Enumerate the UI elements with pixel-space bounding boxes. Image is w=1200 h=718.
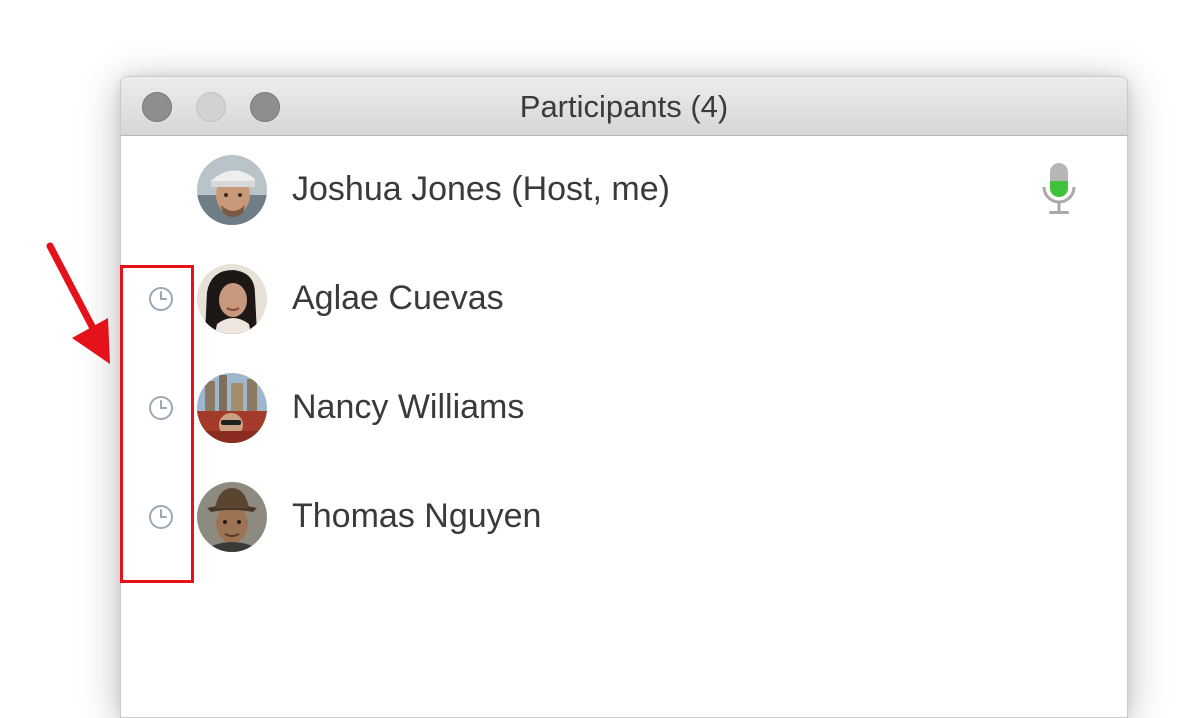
window-titlebar: Participants (4): [121, 77, 1127, 136]
participant-row[interactable]: Nancy Williams: [121, 359, 1127, 459]
avatar: [197, 264, 267, 334]
participant-row[interactable]: Aglae Cuevas: [121, 250, 1127, 350]
participant-name: Nancy Williams: [292, 388, 525, 426]
window-title: Participants (4): [519, 89, 729, 124]
avatar: [197, 155, 267, 225]
avatar: [197, 482, 267, 552]
participant-row[interactable]: Joshua Jones (Host, me): [121, 141, 1127, 241]
annotation-highlight-box: [120, 265, 194, 583]
participant-name: Aglae Cuevas: [292, 279, 504, 317]
participant-row[interactable]: Thomas Nguyen: [121, 468, 1127, 568]
participant-name: Thomas Nguyen: [292, 497, 542, 535]
participant-name: Joshua Jones (Host, me): [292, 170, 670, 208]
participants-window: Participants (4) Joshua Jones (Host, me): [120, 76, 1128, 718]
microphone-icon[interactable]: [1039, 161, 1079, 223]
avatar: [197, 373, 267, 443]
red-arrow-icon: [46, 242, 110, 364]
